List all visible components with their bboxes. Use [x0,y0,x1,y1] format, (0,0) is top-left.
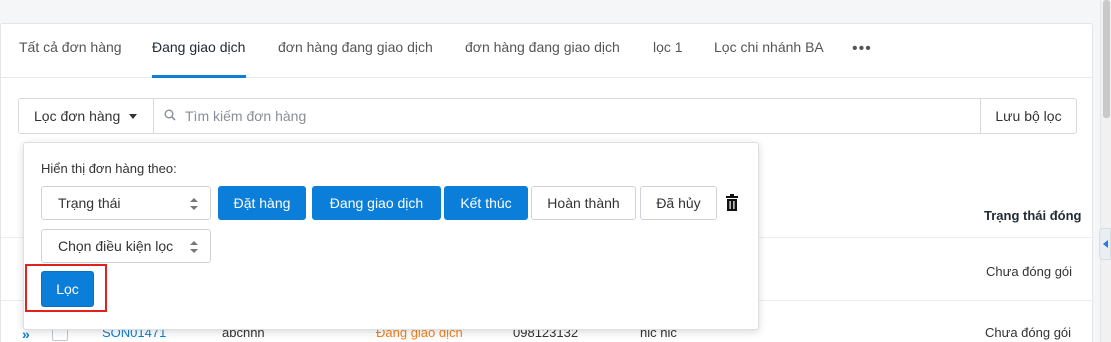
more-tabs-icon[interactable]: ••• [852,40,872,58]
select-arrows-icon [190,241,198,253]
status-chip-dang-giao-dich[interactable]: Đang giao dịch [312,186,441,220]
tab-branch-filter[interactable]: Lọc chi nhánh BA [714,39,824,55]
active-tab-indicator [152,75,246,78]
tab-saved-filter-2[interactable]: đơn hàng đang giao dịch [465,39,620,55]
filter-field-select[interactable]: Trạng thái [41,186,211,220]
highlight-box [25,264,107,312]
filter-condition-value: Chọn điều kiện lọc [58,238,174,254]
scrollbar-thumb[interactable] [1103,0,1110,118]
save-filter-button[interactable]: Lưu bộ lọc [980,99,1076,133]
filter-orders-dropdown[interactable]: Lọc đơn hàng [19,99,154,133]
filter-dropdown-label: Lọc đơn hàng [34,108,121,124]
page-scrollbar[interactable] [1100,0,1111,342]
status-chip-da-huy[interactable]: Đã hủy [640,186,717,220]
popup-title: Hiển thị đơn hàng theo: [41,161,177,176]
filter-condition-select[interactable]: Chọn điều kiện lọc [41,229,211,263]
side-panel-toggle[interactable] [1099,228,1111,260]
pack-status-cell: Chưa đóng gói [986,264,1073,279]
tab-loc-1[interactable]: lọc 1 [653,39,683,55]
column-header-pack-status: Trạng thái đóng [984,208,1082,223]
tab-saved-filter-1[interactable]: đơn hàng đang giao dịch [278,39,433,55]
status-chip-hoan-thanh[interactable]: Hoàn thành [531,186,636,220]
filter-field-value: Trạng thái [58,195,121,211]
search-icon [164,109,176,121]
order-search-input[interactable] [185,106,975,126]
caret-down-icon [129,113,138,119]
filter-popup: Hiển thị đơn hàng theo: Trạng thái Đặt h… [23,142,759,330]
status-chip-dat-hang[interactable]: Đặt hàng [218,186,306,220]
pack-status-cell: Chưa đóng gói [985,325,1072,340]
trash-icon[interactable] [724,194,740,212]
tab-all-orders[interactable]: Tất cả đơn hàng [19,39,122,55]
filter-bar: Lọc đơn hàng Lưu bộ lọc [18,98,1077,134]
select-arrows-icon [190,198,198,210]
tab-bar: Tất cả đơn hàng Đang giao dịch đơn hàng … [1,24,1092,78]
tab-in-transaction[interactable]: Đang giao dịch [152,39,245,55]
status-chip-ket-thuc[interactable]: Kết thúc [444,186,528,220]
